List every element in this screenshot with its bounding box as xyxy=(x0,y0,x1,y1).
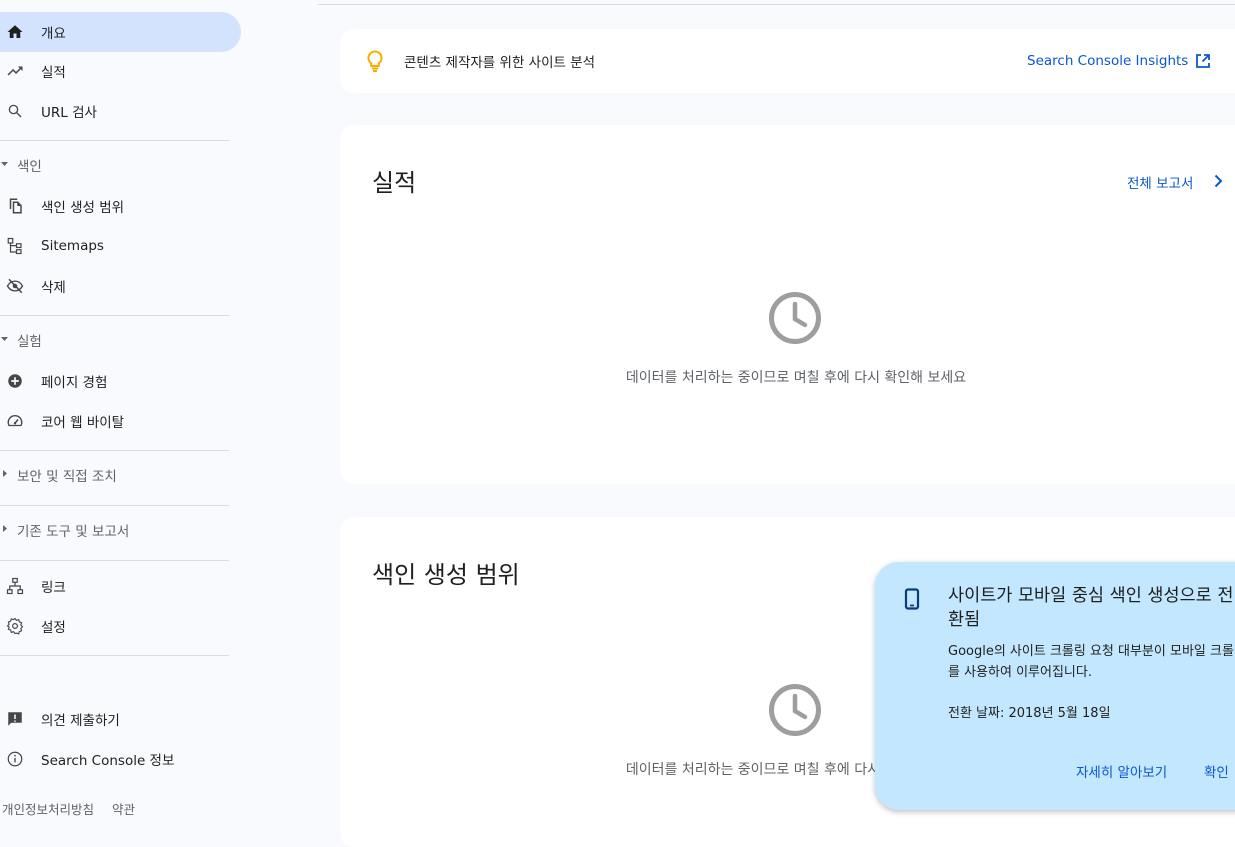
section-experience[interactable]: 실험 xyxy=(0,325,229,355)
sidebar-item-performance[interactable]: 실적 xyxy=(0,51,241,91)
sidebar-item-settings[interactable]: 설정 xyxy=(0,606,241,646)
open-in-new-icon[interactable] xyxy=(1195,53,1211,69)
sidebar-item-label: 삭제 xyxy=(41,280,66,296)
pending-message: 데이터를 처리하는 중이므로 며칠 후에 다시 확인해 보세요 xyxy=(625,370,967,386)
divider xyxy=(0,140,229,141)
sidebar-item-label: 설정 xyxy=(41,620,66,636)
eye-off-icon xyxy=(6,278,24,294)
caret-down-icon xyxy=(1,162,8,166)
copy-pages-icon xyxy=(9,198,22,214)
trending-up-icon xyxy=(7,66,23,76)
ok-button[interactable]: 확인 xyxy=(1204,761,1229,781)
sidebar-item-label: 색인 생성 범위 xyxy=(41,200,125,216)
divider xyxy=(0,560,229,561)
mobile-first-indexing-notice: 사이트가 모바일 중심 색인 생성으로 전환됨 Google의 사이트 크롤링 … xyxy=(875,562,1235,810)
sidebar-item-coverage[interactable]: 색인 생성 범위 xyxy=(0,186,241,226)
notice-date: 전환 날짜: 2018년 5월 18일 xyxy=(948,706,1111,721)
section-legacy-tools[interactable]: 기존 도구 및 보고서 xyxy=(0,515,229,545)
lightbulb-icon xyxy=(367,50,383,72)
sitemap-icon xyxy=(7,237,22,255)
chevron-right-icon[interactable] xyxy=(1212,174,1224,188)
sidebar-item-sitemaps[interactable]: Sitemaps xyxy=(0,226,241,266)
insights-banner: 콘텐츠 제작자를 위한 사이트 분석 Search Console Insigh… xyxy=(340,29,1235,93)
sidebar-item-core-web-vitals[interactable]: 코어 웹 바이탈 xyxy=(0,401,241,441)
clock-icon xyxy=(769,684,821,736)
notice-body: Google의 사이트 크롤링 요청 대부분이 모바일 크롤러를 사용하여 이루… xyxy=(948,644,1235,680)
sidebar-item-removals[interactable]: 삭제 xyxy=(0,266,241,306)
divider xyxy=(0,315,229,316)
insights-text: 콘텐츠 제작자를 위한 사이트 분석 xyxy=(404,55,596,71)
terms-link[interactable]: 약관 xyxy=(112,802,135,817)
sidebar-item-label: 의견 제출하기 xyxy=(41,713,120,729)
notice-title: 사이트가 모바일 중심 색인 생성으로 전환됨 xyxy=(948,586,1234,630)
caret-down-icon xyxy=(1,337,8,341)
sidebar-item-label: Sitemaps xyxy=(41,238,104,254)
sidebar-item-label: 코어 웹 바이탈 xyxy=(41,415,125,431)
info-icon xyxy=(7,751,23,767)
sidebar-item-label: 개요 xyxy=(41,26,66,42)
section-index[interactable]: 색인 xyxy=(0,150,229,180)
section-label: 색인 xyxy=(17,159,42,175)
sidebar-item-about[interactable]: Search Console 정보 xyxy=(0,739,241,779)
divider xyxy=(0,655,229,656)
section-label: 실험 xyxy=(17,334,42,350)
sidebar-item-url-inspection[interactable]: URL 검사 xyxy=(0,91,241,131)
full-report-link[interactable]: 전체 보고서 xyxy=(1127,172,1193,192)
clock-icon xyxy=(769,292,821,344)
feedback-icon xyxy=(8,712,22,726)
gear-icon xyxy=(6,617,24,635)
header-divider xyxy=(318,4,1235,5)
performance-title: 실적 xyxy=(372,169,417,197)
section-security[interactable]: 보안 및 직접 조치 xyxy=(0,460,229,490)
divider xyxy=(0,505,229,506)
home-icon xyxy=(7,25,23,38)
sidebar-item-label: URL 검사 xyxy=(41,105,97,121)
privacy-link[interactable]: 개인정보처리방침 xyxy=(2,802,94,817)
sidebar-item-label: 실적 xyxy=(41,65,66,81)
section-label: 보안 및 직접 조치 xyxy=(17,469,117,485)
sidebar: 개요 실적 URL 검사 색인 색인 생성 범위 Sitemaps 삭제 실험 … xyxy=(0,0,245,817)
caret-right-icon xyxy=(3,525,7,532)
add-circle-icon xyxy=(8,374,22,388)
sidebar-item-page-experience[interactable]: 페이지 경험 xyxy=(0,361,241,401)
learn-more-button[interactable]: 자세히 알아보기 xyxy=(1076,761,1167,781)
smartphone-icon xyxy=(904,588,920,610)
performance-card: 실적 전체 보고서 데이터를 처리하는 중이므로 며칠 후에 다시 확인해 보세… xyxy=(340,125,1235,484)
sidebar-item-overview[interactable]: 개요 xyxy=(0,12,241,52)
caret-right-icon xyxy=(3,470,7,477)
search-icon xyxy=(8,104,22,118)
links-icon xyxy=(6,577,24,595)
sidebar-item-links[interactable]: 링크 xyxy=(0,566,241,606)
speedometer-icon xyxy=(7,415,23,427)
sidebar-item-label: 페이지 경험 xyxy=(41,375,108,391)
search-console-insights-link[interactable]: Search Console Insights xyxy=(1027,53,1188,69)
sidebar-item-label: 링크 xyxy=(41,580,66,596)
sidebar-item-label: Search Console 정보 xyxy=(41,753,175,769)
divider xyxy=(0,450,229,451)
sidebar-item-feedback[interactable]: 의견 제출하기 xyxy=(0,699,241,739)
sidebar-footer: 개인정보처리방침 약관 xyxy=(2,799,153,818)
section-label: 기존 도구 및 보고서 xyxy=(17,524,130,540)
coverage-title: 색인 생성 범위 xyxy=(372,561,520,589)
